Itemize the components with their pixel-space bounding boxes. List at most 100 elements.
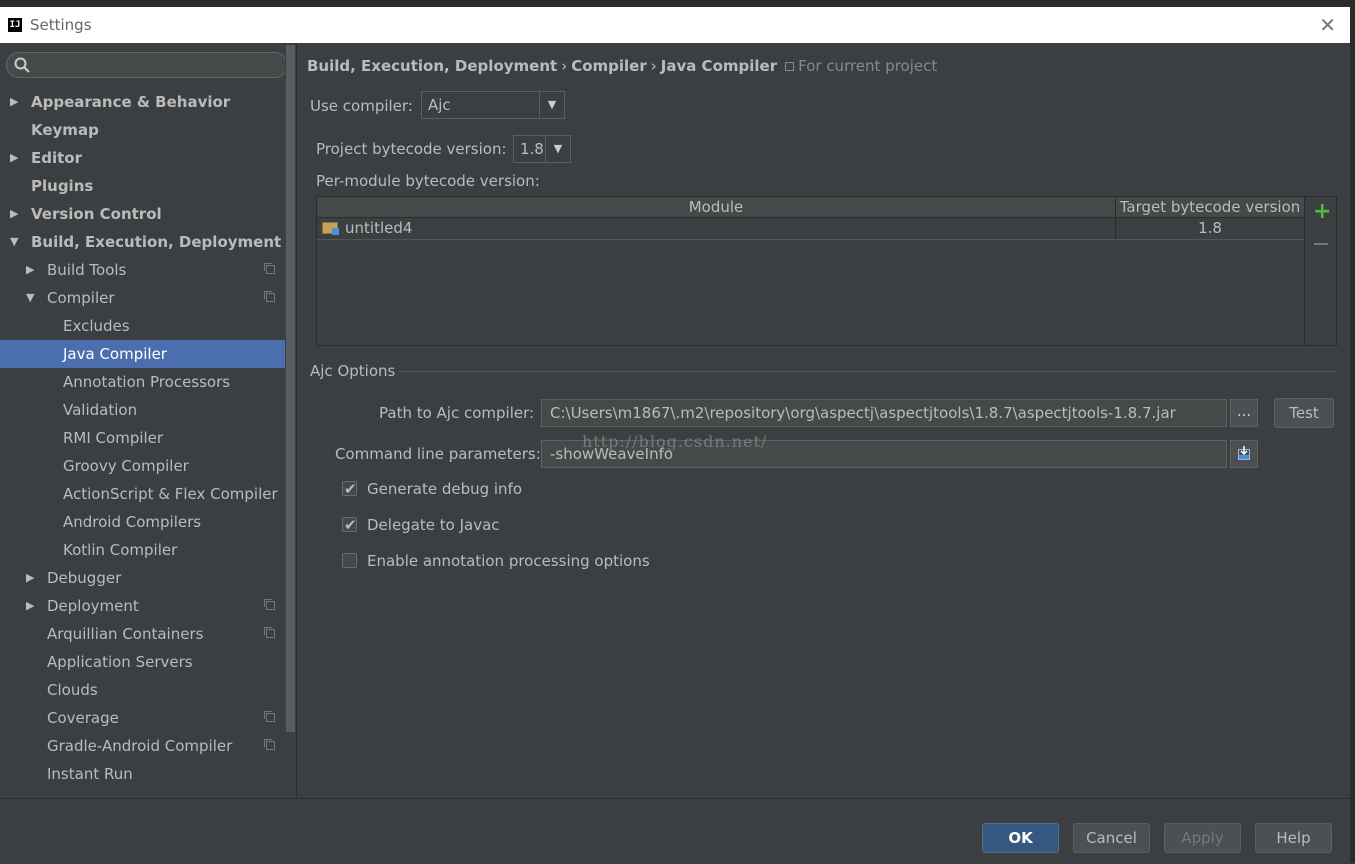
project-level-icon (264, 711, 275, 722)
test-button[interactable]: Test (1274, 398, 1334, 428)
sidebar-item[interactable]: ▶ Build Tools (0, 256, 284, 284)
sidebar-item[interactable]: Arquillian Containers (0, 620, 284, 648)
cmd-params-label: Command line parameters: (335, 445, 541, 463)
section-divider (399, 371, 1337, 372)
sidebar-item[interactable]: ▶ Debugger (0, 564, 284, 592)
table-row-module-cell[interactable]: untitled4 (317, 218, 1115, 239)
project-level-icon (264, 627, 275, 638)
help-button[interactable]: Help (1255, 823, 1332, 853)
sidebar-item-label: Excludes (63, 317, 130, 335)
expand-arrow-right-icon[interactable]: ▶ (10, 200, 18, 228)
sidebar-item[interactable]: Android Compilers (0, 508, 284, 536)
sidebar-item[interactable]: ActionScript & Flex Compiler (0, 480, 284, 508)
project-level-icon (264, 291, 275, 302)
table-row-version-cell[interactable]: 1.8 (1116, 218, 1304, 239)
module-folder-icon (322, 222, 339, 235)
sidebar-item[interactable]: ▼ Compiler (0, 284, 284, 312)
sidebar-item[interactable]: ▶ Version Control (0, 200, 284, 228)
sidebar-item[interactable]: Annotation Processors (0, 368, 284, 396)
apply-button[interactable]: Apply (1164, 823, 1241, 853)
row-divider (317, 239, 1304, 240)
window-title: Settings (30, 16, 92, 34)
expand-arrow-right-icon[interactable]: ▶ (26, 592, 34, 620)
per-module-label: Per-module bytecode version: (316, 172, 540, 190)
expand-arrow-down-icon[interactable]: ▼ (26, 284, 34, 312)
breadcrumb-separator: › (561, 57, 568, 75)
sidebar-item[interactable]: RMI Compiler (0, 424, 284, 452)
sidebar-item-label: Debugger (47, 569, 122, 587)
expand-arrow-right-icon[interactable]: ▶ (10, 144, 18, 172)
expand-arrow-right-icon[interactable]: ▶ (26, 564, 34, 592)
sidebar-item-label: Arquillian Containers (47, 625, 204, 643)
sidebar-item[interactable]: ▼ Build, Execution, Deployment (0, 228, 284, 256)
breadcrumb-item: Compiler (571, 57, 647, 75)
sidebar-item[interactable]: Clouds (0, 676, 284, 704)
sidebar-item-label: Gradle-Android Compiler (47, 737, 233, 755)
sidebar-item-label: RMI Compiler (63, 429, 164, 447)
sidebar-item[interactable]: Gradle-Android Compiler (0, 732, 284, 760)
sidebar-item[interactable]: ▶ Editor (0, 144, 284, 172)
sidebar-item[interactable]: Coverage (0, 704, 284, 732)
sidebar-item-label: Plugins (31, 177, 94, 195)
project-bytecode-dropdown[interactable]: 1.8 ▼ (513, 135, 571, 163)
chevron-down-icon[interactable]: ▼ (545, 136, 570, 162)
use-compiler-label: Use compiler: (310, 97, 413, 115)
sidebar-item[interactable]: Validation (0, 396, 284, 424)
dialog-footer: OK Cancel Apply Help (0, 798, 1350, 864)
settings-content: Build, Execution, Deployment › Compiler › Ja… (297, 43, 1350, 798)
sidebar-item[interactable]: Kotlin Compiler (0, 536, 284, 564)
sidebar-item-label: Appearance & Behavior (31, 93, 231, 111)
sidebar-item[interactable]: Excludes (0, 312, 284, 340)
sidebar-item-label: Instant Run (47, 765, 133, 783)
ajc-path-label: Path to Ajc compiler: (379, 404, 535, 422)
ajc-path-field[interactable]: C:\Users\m1867\.m2\repository\org\aspect… (541, 399, 1227, 427)
sidebar-scrollbar-thumb[interactable] (286, 45, 295, 732)
sidebar-item[interactable]: Instant Run (0, 760, 284, 788)
checkbox[interactable]: ✔ (342, 516, 357, 534)
project-scope-icon (785, 62, 795, 71)
settings-sidebar: ▶ Appearance & Behavior Keymap ▶ Editor Plugi… (0, 43, 296, 798)
watermark: http://blog.csdn.net/ (582, 432, 768, 451)
ok-button[interactable]: OK (982, 823, 1059, 853)
sidebar-item[interactable]: Java Compiler (0, 340, 296, 368)
checkbox[interactable] (342, 553, 357, 568)
sidebar-item-label: Application Servers (47, 653, 193, 671)
sidebar-item[interactable]: ▶ Deployment (0, 592, 284, 620)
sidebar-item-label: Keymap (31, 121, 99, 139)
checkbox-label: Delegate to Javac (367, 516, 500, 534)
breadcrumb: Build, Execution, Deployment › Compiler › Ja… (307, 57, 937, 75)
search-input[interactable] (6, 52, 288, 78)
browse-button[interactable]: ... (1230, 399, 1258, 427)
checkbox[interactable]: ✔ (342, 480, 357, 498)
insert-macro-button[interactable] (1230, 440, 1258, 468)
window-edge (1350, 7, 1355, 863)
sidebar-item-label: Kotlin Compiler (63, 541, 178, 559)
project-scope-label: For current project (798, 57, 938, 75)
use-compiler-dropdown[interactable]: Ajc ▼ (421, 91, 565, 119)
sidebar-item[interactable]: ▶ Appearance & Behavior (0, 88, 284, 116)
expand-arrow-right-icon[interactable]: ▶ (10, 88, 18, 116)
sidebar-item[interactable]: Application Servers (0, 648, 284, 676)
cancel-button[interactable]: Cancel (1073, 823, 1150, 853)
remove-icon[interactable] (1314, 243, 1328, 245)
column-header-target-version[interactable]: Target bytecode version (1116, 197, 1304, 218)
expand-arrow-down-icon[interactable]: ▼ (10, 228, 18, 256)
chevron-down-icon[interactable]: ▼ (539, 92, 564, 118)
ajc-options-title: Ajc Options (310, 362, 396, 380)
sidebar-item[interactable]: Keymap (0, 116, 284, 144)
expand-arrow-right-icon[interactable]: ▶ (26, 256, 34, 284)
sidebar-item[interactable]: Groovy Compiler (0, 452, 284, 480)
sidebar-item-label: Validation (63, 401, 138, 419)
project-bytecode-label: Project bytecode version: (316, 140, 507, 158)
add-icon[interactable]: + (1313, 199, 1331, 224)
sidebar-item-label: Build Tools (47, 261, 127, 279)
insert-macro-icon (1238, 446, 1250, 460)
checkmark-icon: ✔ (344, 480, 357, 498)
close-icon[interactable]: ✕ (1319, 13, 1336, 37)
search-icon (14, 57, 30, 73)
column-header-module[interactable]: Module (317, 197, 1115, 218)
breadcrumb-separator: › (650, 57, 657, 75)
sidebar-item-label: Annotation Processors (63, 373, 231, 391)
sidebar-item-label: Editor (31, 149, 82, 167)
sidebar-item[interactable]: Plugins (0, 172, 284, 200)
